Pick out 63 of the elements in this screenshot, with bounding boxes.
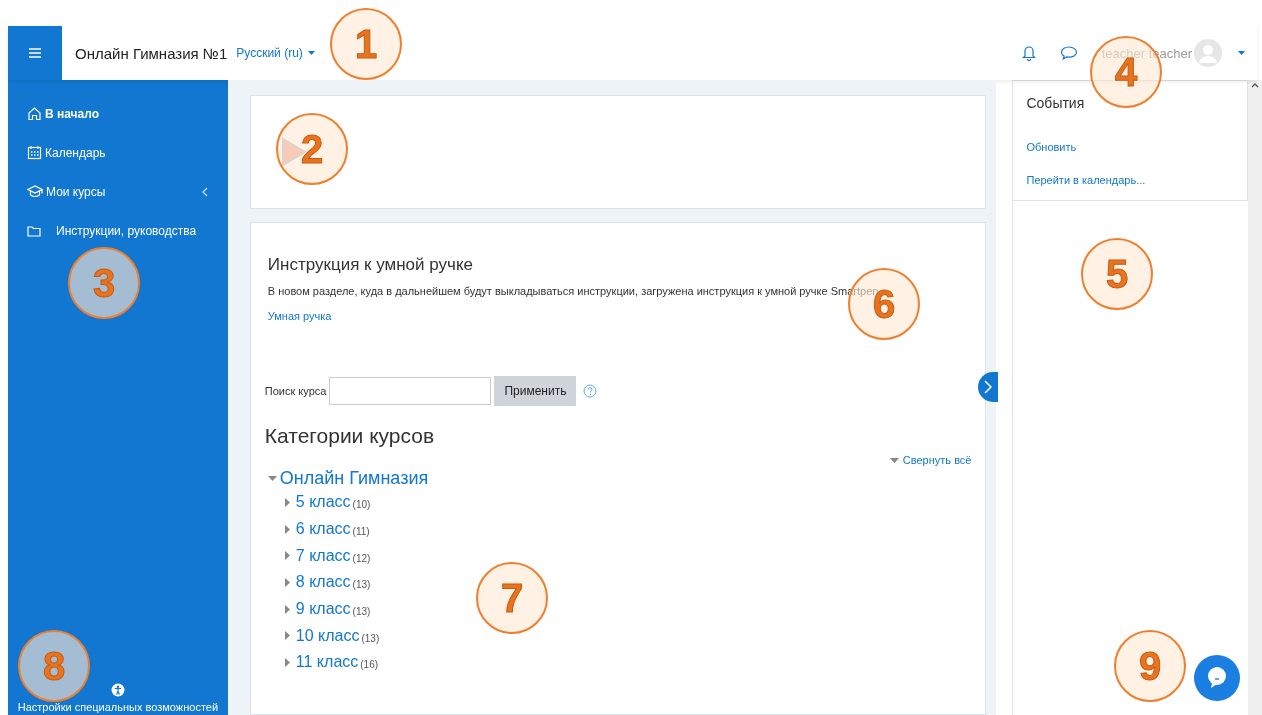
course-count: (16) bbox=[360, 659, 379, 671]
caret-icon bbox=[283, 631, 291, 641]
smartpen-link[interactable]: Умная ручка bbox=[267, 310, 332, 322]
home-icon bbox=[27, 106, 42, 121]
nav-item[interactable]: Инструкции, руководства bbox=[8, 211, 228, 250]
callout-number: 5 bbox=[1081, 238, 1153, 310]
caret-icon bbox=[283, 604, 291, 614]
category-link[interactable]: 6 класс bbox=[283, 520, 351, 539]
category-link[interactable]: 5 класс bbox=[283, 493, 351, 512]
course-count: (11) bbox=[352, 526, 370, 538]
callout-number: 3 bbox=[68, 247, 140, 319]
notice-title: Инструкция к умной ручке bbox=[267, 255, 474, 275]
nav-item[interactable]: Календарь bbox=[8, 133, 228, 172]
category-link[interactable]: 8 класс bbox=[283, 573, 351, 592]
section-heading: Категории курсов bbox=[264, 424, 436, 448]
site-title: Онлайн Гимназия №1 bbox=[75, 44, 228, 62]
apply-button[interactable]: Применить bbox=[494, 376, 577, 406]
nav-item[interactable]: В начало bbox=[8, 94, 228, 133]
chevron-icon bbox=[201, 186, 208, 197]
block-title: События bbox=[1026, 95, 1086, 111]
accessibility-link[interactable]: Настройки специальных возможностей bbox=[17, 701, 219, 713]
course-count: (12) bbox=[352, 552, 371, 564]
category-link[interactable]: 11 класс bbox=[283, 653, 359, 672]
course-count: (10) bbox=[352, 499, 371, 511]
category-link[interactable]: 7 класс bbox=[283, 546, 351, 565]
callout-number: 2 bbox=[276, 113, 348, 185]
menu-button[interactable] bbox=[8, 26, 62, 80]
search-label: Поиск курса bbox=[264, 385, 327, 397]
chevron-icon bbox=[984, 380, 993, 394]
bell-icon[interactable] bbox=[1021, 45, 1036, 61]
language-menu[interactable]: Русский (ru) bbox=[236, 46, 315, 60]
menu-icon bbox=[29, 48, 41, 58]
search-field[interactable] bbox=[329, 377, 492, 405]
callout-number: 9 bbox=[1114, 630, 1186, 702]
calendar-icon bbox=[27, 145, 42, 160]
chat-icon bbox=[1206, 666, 1228, 690]
caret-icon bbox=[307, 51, 315, 55]
block-link[interactable]: Перейти в календарь... bbox=[1026, 174, 1236, 186]
caret-icon bbox=[267, 474, 277, 483]
collapse-all-link[interactable]: Свернуть всё bbox=[889, 454, 972, 466]
accessibility-icon[interactable] bbox=[110, 683, 125, 697]
caret-icon bbox=[283, 577, 291, 587]
block-link[interactable]: Обновить bbox=[1026, 141, 1236, 153]
category-link[interactable]: 10 класс bbox=[283, 626, 360, 645]
nav-item[interactable]: Мои курсы bbox=[8, 172, 228, 211]
caret-icon[interactable] bbox=[1238, 51, 1245, 55]
caret-icon bbox=[283, 657, 291, 667]
course-count: (13) bbox=[352, 606, 371, 618]
category-link[interactable]: 9 класс bbox=[283, 600, 351, 619]
callout-number: 7 bbox=[476, 562, 548, 634]
course-count: (13) bbox=[352, 579, 371, 591]
callout-number: 8 bbox=[18, 630, 90, 702]
callout-number: 1 bbox=[330, 8, 402, 80]
chat-icon[interactable] bbox=[1059, 45, 1078, 61]
caret-icon bbox=[283, 497, 291, 507]
folder-icon bbox=[27, 224, 41, 237]
caret-icon bbox=[889, 457, 899, 463]
category-link[interactable]: Онлайн Гимназия bbox=[267, 468, 429, 489]
scroll-up-icon[interactable] bbox=[1251, 83, 1260, 88]
caret-icon bbox=[283, 551, 291, 561]
graduation-cap-icon bbox=[27, 184, 43, 199]
course-count: (13) bbox=[361, 632, 380, 644]
caret-icon bbox=[283, 524, 291, 534]
